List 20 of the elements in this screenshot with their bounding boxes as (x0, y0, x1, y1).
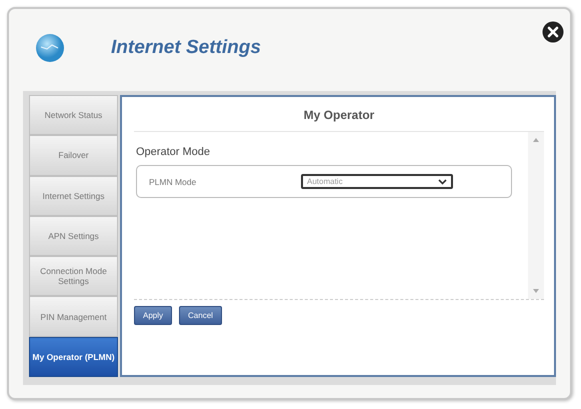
sidebar-item[interactable]: Network Status (29, 95, 118, 136)
dropdown[interactable]: Automatic (301, 174, 453, 189)
scrollbar[interactable] (528, 132, 544, 299)
scroll-up-icon[interactable] (533, 138, 539, 142)
panel-title: My Operator (134, 97, 544, 132)
sidebar-item[interactable]: Connection Mode Settings (29, 256, 118, 296)
sidebar-item[interactable]: PIN Management (29, 296, 118, 337)
section-heading: Operator Mode (136, 146, 211, 158)
sidebar-item[interactable]: APN Settings (29, 216, 118, 256)
sidebar-item[interactable]: Internet Settings (29, 176, 118, 216)
field-label: PLMN Mode (149, 176, 198, 186)
globe-icon (35, 33, 65, 63)
scroll-down-icon[interactable] (533, 289, 539, 293)
action-button[interactable]: Cancel (179, 306, 222, 325)
sidebar-item[interactable]: My Operator (PLMN) (29, 336, 118, 377)
chevron-icon (438, 178, 447, 184)
action-button[interactable]: Apply (134, 306, 172, 325)
window-title: Internet Settings (111, 37, 261, 59)
sidebar-item[interactable]: Failover (29, 135, 118, 176)
close-icon[interactable] (542, 21, 564, 43)
